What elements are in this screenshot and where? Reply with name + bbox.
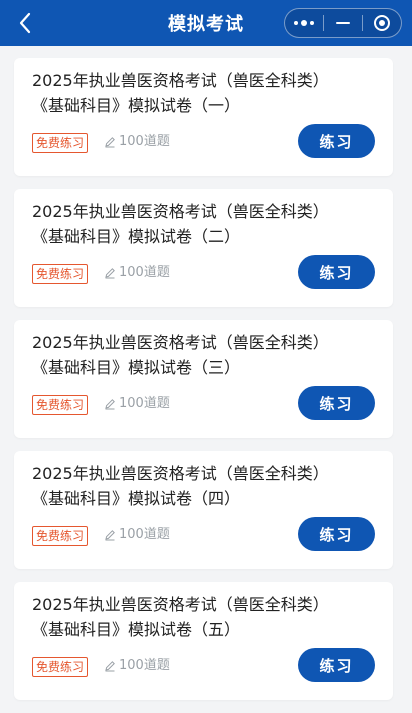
exam-card: 2025年执业兽医资格考试（兽医全科类） 《基础科目》模拟试卷（五） 免费练习 … bbox=[14, 582, 393, 700]
exam-title: 2025年执业兽医资格考试（兽医全科类） 《基础科目》模拟试卷（四） bbox=[32, 461, 362, 511]
pencil-icon bbox=[105, 268, 115, 279]
close-program-button[interactable] bbox=[363, 9, 401, 37]
free-practice-badge: 免费练习 bbox=[32, 133, 89, 153]
question-count-text: 100道题 bbox=[119, 265, 170, 280]
practice-button[interactable]: 练习 bbox=[298, 255, 375, 289]
exam-card: 2025年执业兽医资格考试（兽医全科类） 《基础科目》模拟试卷（二） 免费练习 … bbox=[14, 189, 393, 307]
practice-button[interactable]: 练习 bbox=[298, 517, 375, 551]
pencil-icon bbox=[105, 530, 115, 541]
minimize-button[interactable] bbox=[324, 9, 362, 37]
exam-title-line2: 《基础科目》模拟试卷（四） bbox=[32, 489, 241, 508]
exam-title: 2025年执业兽医资格考试（兽医全科类） 《基础科目》模拟试卷（二） bbox=[32, 199, 362, 249]
exam-title: 2025年执业兽医资格考试（兽医全科类） 《基础科目》模拟试卷（五） bbox=[32, 592, 362, 642]
more-dots-icon bbox=[294, 20, 314, 26]
exam-title-line2: 《基础科目》模拟试卷（五） bbox=[32, 620, 241, 639]
question-count-text: 100道题 bbox=[119, 134, 170, 149]
free-practice-badge: 免费练习 bbox=[32, 657, 89, 677]
target-icon bbox=[373, 15, 390, 31]
exam-title-line1: 2025年执业兽医资格考试（兽医全科类） bbox=[32, 464, 329, 483]
pencil-icon bbox=[105, 399, 115, 410]
practice-button[interactable]: 练习 bbox=[298, 648, 375, 682]
top-nav-bar: 模拟考试 bbox=[0, 0, 412, 46]
exam-card: 2025年执业兽医资格考试（兽医全科类） 《基础科目》模拟试卷（一） 免费练习 … bbox=[14, 58, 393, 176]
exam-title: 2025年执业兽医资格考试（兽医全科类） 《基础科目》模拟试卷（一） bbox=[32, 68, 362, 118]
pencil-icon bbox=[105, 137, 115, 148]
mini-program-capsule bbox=[284, 8, 402, 38]
free-practice-badge: 免费练习 bbox=[32, 526, 89, 546]
question-count: 100道题 bbox=[104, 264, 170, 282]
practice-button[interactable]: 练习 bbox=[298, 124, 375, 158]
exam-title-line2: 《基础科目》模拟试卷（二） bbox=[32, 227, 241, 246]
exam-title-line1: 2025年执业兽医资格考试（兽医全科类） bbox=[32, 333, 329, 352]
question-count-text: 100道题 bbox=[119, 527, 170, 542]
free-practice-badge: 免费练习 bbox=[32, 395, 89, 415]
question-count-text: 100道题 bbox=[119, 396, 170, 411]
exam-list: 2025年执业兽医资格考试（兽医全科类） 《基础科目》模拟试卷（一） 免费练习 … bbox=[14, 58, 393, 713]
exam-title: 2025年执业兽医资格考试（兽医全科类） 《基础科目》模拟试卷（三） bbox=[32, 330, 362, 380]
question-count: 100道题 bbox=[104, 395, 170, 413]
question-count: 100道题 bbox=[104, 526, 170, 544]
exam-card: 2025年执业兽医资格考试（兽医全科类） 《基础科目》模拟试卷（四） 免费练习 … bbox=[14, 451, 393, 569]
practice-button[interactable]: 练习 bbox=[298, 386, 375, 420]
pencil-icon bbox=[105, 661, 115, 672]
more-button[interactable] bbox=[285, 9, 323, 37]
question-count-text: 100道题 bbox=[119, 658, 170, 673]
exam-card: 2025年执业兽医资格考试（兽医全科类） 《基础科目》模拟试卷（三） 免费练习 … bbox=[14, 320, 393, 438]
question-count: 100道题 bbox=[104, 657, 170, 675]
question-count: 100道题 bbox=[104, 133, 170, 151]
exam-title-line1: 2025年执业兽医资格考试（兽医全科类） bbox=[32, 595, 329, 614]
exam-title-line1: 2025年执业兽医资格考试（兽医全科类） bbox=[32, 202, 329, 221]
exam-title-line2: 《基础科目》模拟试卷（三） bbox=[32, 358, 241, 377]
exam-title-line1: 2025年执业兽医资格考试（兽医全科类） bbox=[32, 71, 329, 90]
minimize-icon bbox=[335, 22, 350, 24]
free-practice-badge: 免费练习 bbox=[32, 264, 89, 284]
exam-title-line2: 《基础科目》模拟试卷（一） bbox=[32, 96, 241, 115]
